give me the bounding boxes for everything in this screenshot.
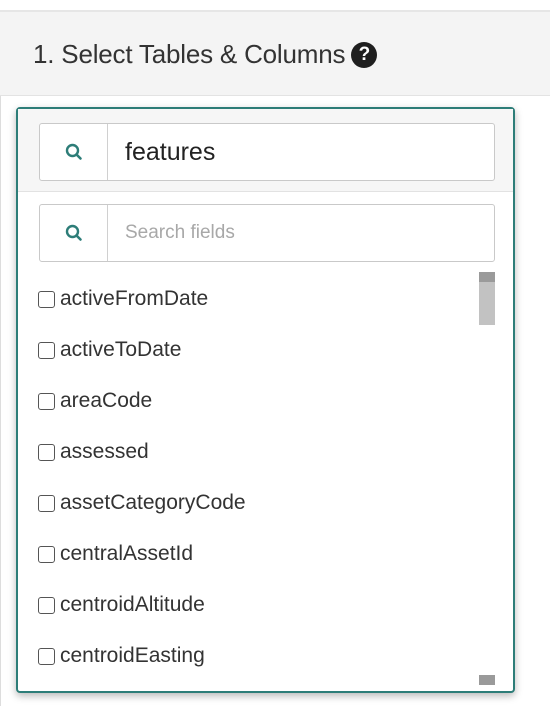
checkbox[interactable]: [38, 545, 55, 563]
select-tables-panel: 1. Select Tables & Columns ? features Se…: [0, 0, 550, 706]
table-column-dropdown: features Search fields activeFromDate ac…: [16, 107, 515, 693]
panel-title-text: 1. Select Tables & Columns: [33, 39, 346, 69]
checkbox[interactable]: [38, 443, 55, 461]
list-item-label: activeFromDate: [60, 287, 209, 310]
list-item-label: assessed: [60, 440, 149, 463]
table-search-value[interactable]: features: [125, 124, 215, 180]
checkbox[interactable]: [38, 341, 55, 359]
panel-title: 1. Select Tables & Columns ?: [33, 39, 378, 70]
list-item-label: centroidEasting: [60, 644, 205, 667]
field-search-input[interactable]: Search fields: [39, 204, 495, 262]
field-list-scrollbar[interactable]: [479, 272, 495, 685]
list-item-area-code[interactable]: areaCode: [38, 381, 152, 421]
list-item-assessed[interactable]: assessed: [38, 432, 149, 472]
table-search-row: features: [18, 109, 513, 192]
field-search-placeholder[interactable]: Search fields: [125, 205, 235, 261]
list-item-active-from-date[interactable]: activeFromDate: [38, 279, 208, 319]
scroll-up-arrow[interactable]: [479, 272, 495, 282]
checkbox[interactable]: [38, 596, 55, 614]
field-search-icon-cell: [40, 205, 108, 261]
panel-divider: [0, 96, 1, 706]
panel-header: 1. Select Tables & Columns ?: [0, 12, 550, 96]
question-circle-icon[interactable]: ?: [351, 41, 378, 68]
search-icon: [65, 143, 82, 160]
scroll-down-arrow[interactable]: [479, 675, 495, 685]
list-item-label: centroidAltitude: [60, 593, 205, 616]
list-item-centroid-altitude[interactable]: centroidAltitude: [38, 585, 205, 625]
list-item-label: assetCategoryCode: [60, 491, 246, 514]
checkbox[interactable]: [38, 392, 55, 410]
table-search-icon-cell: [40, 124, 108, 180]
checkbox[interactable]: [38, 290, 55, 308]
checkbox[interactable]: [38, 647, 55, 665]
search-icon: [65, 224, 82, 241]
checkbox[interactable]: [38, 494, 55, 512]
list-item-centroid-easting[interactable]: centroidEasting: [38, 636, 205, 676]
table-search-input[interactable]: features: [39, 123, 495, 181]
list-item-label: areaCode: [60, 389, 153, 412]
list-item-central-asset-id[interactable]: centralAssetId: [38, 534, 193, 574]
list-item-label: activeToDate: [60, 338, 182, 361]
list-item-label: centralAssetId: [60, 542, 194, 565]
list-item-asset-category-code[interactable]: assetCategoryCode: [38, 483, 246, 523]
list-item-active-to-date[interactable]: activeToDate: [38, 330, 181, 370]
field-list: activeFromDate activeToDate areaCode ass…: [38, 273, 468, 683]
